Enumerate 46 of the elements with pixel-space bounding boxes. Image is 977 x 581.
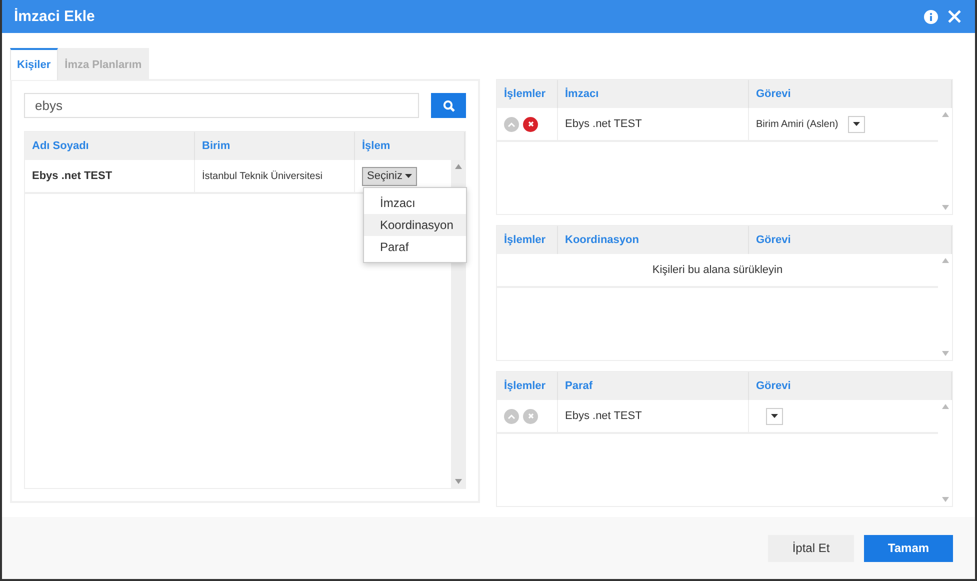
menu-item[interactable]: Koordinasyon [364, 214, 466, 236]
ok-button[interactable]: Tamam [864, 534, 953, 562]
caret-icon [405, 174, 412, 178]
name-cell: Ebys .net TEST [25, 160, 195, 192]
name-cell: Ebys .net TEST [558, 108, 749, 140]
chevron-up-icon [508, 414, 515, 418]
unit-cell: İstanbul Teknik Üniversitesi [195, 160, 355, 192]
scroll-up-icon[interactable] [942, 112, 948, 117]
remove-button[interactable] [523, 116, 538, 132]
column-header: Adı Soyadı [25, 132, 195, 160]
column-header: Koordinasyon [558, 226, 749, 254]
column-header: İmzacı [558, 80, 749, 108]
empty-message: Kişileri bu alana sürükleyin [497, 254, 938, 288]
scroll-down-icon[interactable] [454, 479, 462, 484]
search-field[interactable]: ebys [24, 93, 419, 118]
scroll-up-icon[interactable] [942, 258, 948, 263]
close-icon[interactable] [948, 10, 961, 23]
dialog-title: İmzaci Ekle [14, 8, 96, 25]
move-up-button[interactable] [504, 408, 519, 424]
caret-icon [771, 414, 778, 418]
close-icon [528, 121, 534, 127]
caret-icon [853, 122, 860, 126]
column-header: İşlemler [497, 226, 558, 254]
menu-item[interactable]: İmzacı [364, 192, 466, 214]
column-header: Paraf [558, 372, 749, 400]
search-icon [442, 100, 454, 112]
scroll-down-icon[interactable] [942, 205, 948, 210]
role-dropdown[interactable] [848, 116, 866, 132]
scroll-up-icon[interactable] [454, 164, 462, 169]
tab[interactable]: Kişiler [10, 48, 58, 80]
column-header: İşlemler [497, 80, 558, 108]
scroll-down-icon[interactable] [942, 351, 948, 356]
info-icon[interactable] [924, 10, 938, 24]
chevron-up-icon [508, 122, 515, 126]
role-text: Birim Amiri (Aslen) [756, 118, 838, 130]
cancel-button[interactable]: İptal Et [768, 534, 854, 562]
column-header: İşlemler [497, 372, 558, 400]
scroll-up-icon[interactable] [942, 404, 948, 409]
action-select[interactable]: Seçiniz [362, 166, 418, 186]
name-cell: Ebys .net TEST [558, 400, 749, 432]
role-dropdown[interactable] [766, 408, 783, 424]
close-icon [528, 413, 534, 419]
menu-item[interactable]: Paraf [364, 236, 466, 258]
search-button[interactable] [431, 93, 466, 118]
column-header: Birim [195, 132, 355, 160]
scroll-down-icon[interactable] [942, 497, 948, 502]
